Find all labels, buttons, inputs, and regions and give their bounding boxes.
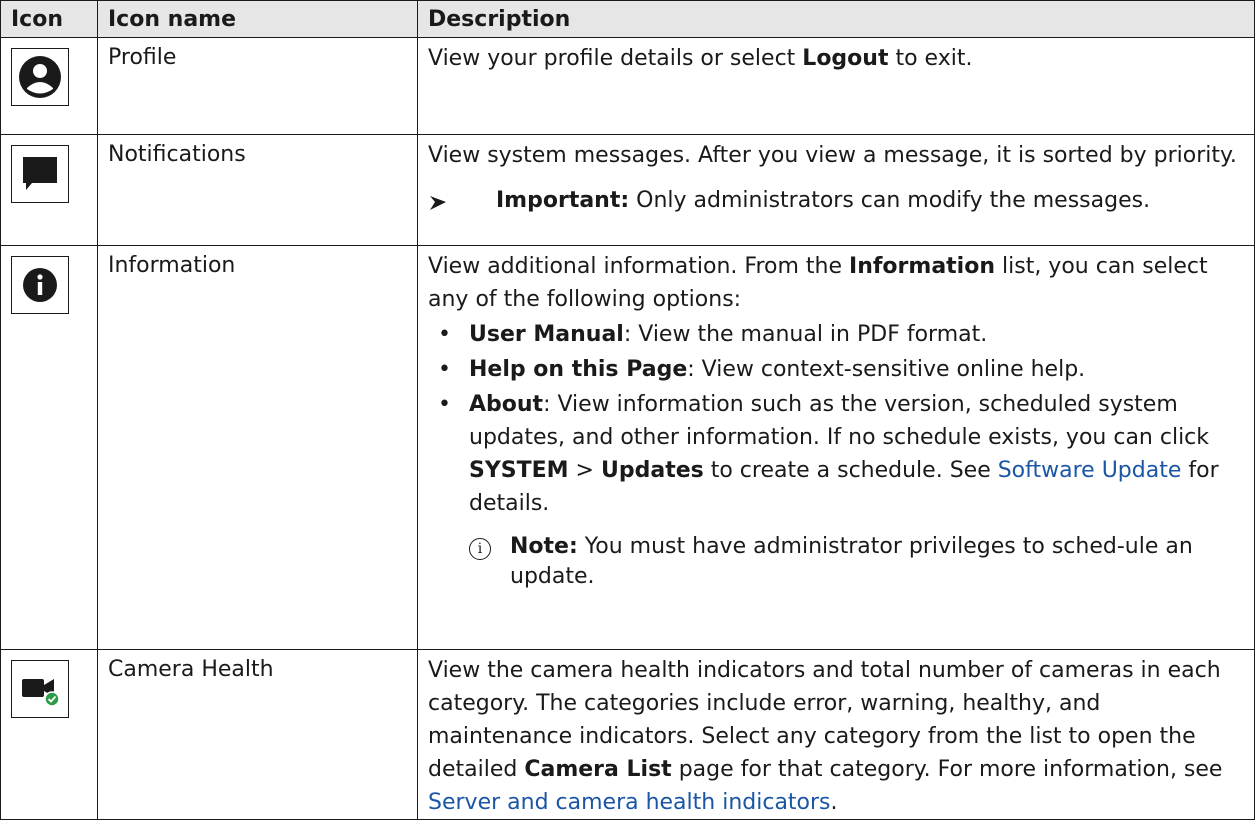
important-callout: Important: Only administrators can modif… bbox=[428, 184, 1244, 224]
table-header-row: Icon Icon name Description bbox=[0, 0, 1255, 38]
note-callout: i Note: You must have administrator priv… bbox=[469, 532, 1244, 592]
software-update-link[interactable]: Software Update bbox=[998, 458, 1182, 483]
description: View additional information. From the In… bbox=[417, 245, 1255, 650]
camera-health-icon bbox=[11, 660, 69, 718]
table-row: Camera Health View the camera health ind… bbox=[0, 649, 1255, 820]
header-description: Description bbox=[417, 0, 1255, 38]
table-row: Profile View your profile details or sel… bbox=[0, 37, 1255, 135]
header-icon: Icon bbox=[0, 0, 98, 38]
icon-reference-table: Icon Icon name Description Profile View … bbox=[0, 0, 1255, 820]
description: View your profile details or select Logo… bbox=[417, 37, 1255, 135]
icon-name: Profile bbox=[97, 37, 418, 135]
icon-name: Information bbox=[97, 245, 418, 650]
arrow-icon bbox=[428, 184, 496, 224]
icon-name: Camera Health bbox=[97, 649, 418, 820]
info-icon bbox=[11, 256, 69, 314]
profile-icon bbox=[11, 48, 69, 106]
header-icon-name: Icon name bbox=[97, 0, 418, 38]
description: View the camera health indicators and to… bbox=[417, 649, 1255, 820]
note-info-icon: i bbox=[469, 538, 491, 560]
health-indicators-link[interactable]: Server and camera health indicators bbox=[428, 790, 831, 815]
description: View system messages. After you view a m… bbox=[417, 134, 1255, 246]
table-row: Notifications View system messages. Afte… bbox=[0, 134, 1255, 246]
list-item: • User Manual: View the manual in PDF fo… bbox=[438, 322, 988, 347]
list-item: • Help on this Page: View context-sensit… bbox=[438, 357, 1086, 382]
chat-icon bbox=[11, 145, 69, 203]
list-item: • About: View information such as the ve… bbox=[438, 392, 1219, 516]
icon-name: Notifications bbox=[97, 134, 418, 246]
table-row: Information View additional information.… bbox=[0, 245, 1255, 650]
